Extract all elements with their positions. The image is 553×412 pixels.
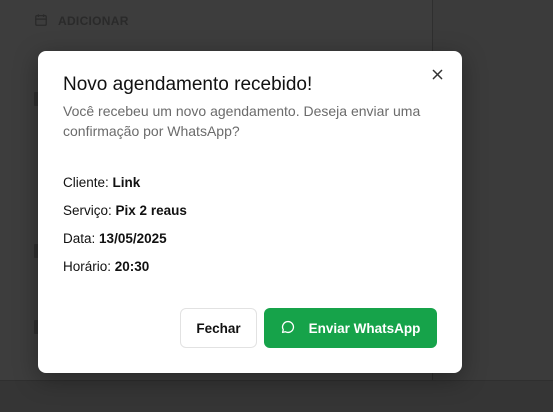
- detail-time: Horário: 20:30: [63, 259, 433, 287]
- add-button-label: ADICIONAR: [58, 14, 129, 28]
- detail-value: 20:30: [114, 259, 150, 274]
- message-circle-icon: [281, 320, 295, 337]
- add-button[interactable]: ADICIONAR: [34, 12, 129, 30]
- close-button[interactable]: Fechar: [180, 308, 257, 348]
- detail-label: Serviço:: [63, 203, 112, 218]
- appointment-details: Cliente: Link Serviço: Pix 2 reaus Data:…: [63, 175, 433, 287]
- detail-service: Serviço: Pix 2 reaus: [63, 203, 433, 231]
- detail-client: Cliente: Link: [63, 175, 433, 203]
- dialog-subtitle: Você recebeu um novo agendamento. Deseja…: [63, 103, 421, 139]
- detail-label: Horário:: [63, 259, 112, 274]
- detail-value: 13/05/2025: [99, 231, 167, 246]
- close-icon: [432, 67, 443, 85]
- send-whatsapp-label: Enviar WhatsApp: [308, 320, 421, 336]
- dialog-title: Novo agendamento recebido!: [63, 74, 313, 95]
- detail-date: Data: 13/05/2025: [63, 231, 433, 259]
- background-footer: [0, 381, 553, 412]
- detail-label: Cliente:: [63, 175, 109, 190]
- send-whatsapp-button[interactable]: Enviar WhatsApp: [264, 308, 437, 348]
- new-appointment-dialog: Novo agendamento recebido! Você recebeu …: [38, 51, 462, 373]
- detail-value: Pix 2 reaus: [115, 203, 187, 218]
- dialog-close-button[interactable]: [430, 69, 444, 83]
- detail-value: Link: [112, 175, 141, 190]
- detail-label: Data:: [63, 231, 96, 246]
- calendar-icon: [34, 13, 48, 30]
